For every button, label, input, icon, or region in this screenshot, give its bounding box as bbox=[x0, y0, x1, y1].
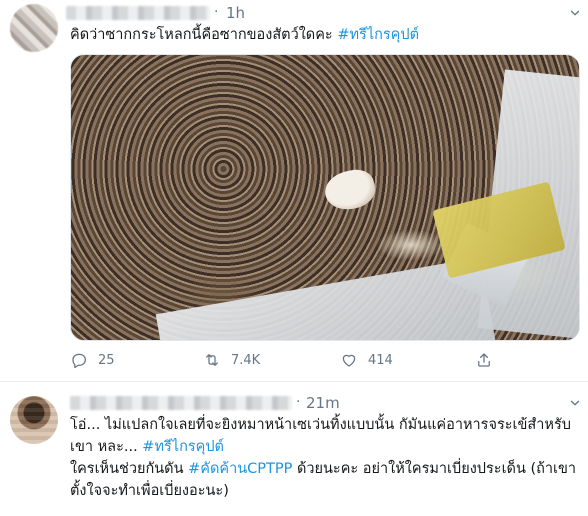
tweet-text: คิดว่าซากกระโหลกนี้คือซากของสัตว์ใดคะ #ท… bbox=[70, 24, 580, 46]
like-button[interactable]: 414 bbox=[340, 348, 393, 372]
tweet-actions: 25 7.4K 414 bbox=[70, 348, 530, 372]
separator-dot: · bbox=[214, 4, 219, 20]
retweet-icon bbox=[206, 354, 218, 366]
avatar[interactable] bbox=[10, 396, 58, 444]
retweet-count: 7.4K bbox=[231, 352, 261, 368]
chevron-down-icon[interactable] bbox=[566, 396, 584, 414]
user-name-redacted[interactable] bbox=[70, 396, 292, 410]
tweet-text-body: คิดว่าซากกระโหลกนี้คือซากของสัตว์ใดคะ bbox=[70, 27, 338, 43]
tweet[interactable]: · 1h คิดว่าซากกระโหลกนี้คือซากของสัตว์ใด… bbox=[0, 0, 588, 382]
avatar[interactable] bbox=[10, 4, 58, 52]
retweet-button[interactable]: 7.4K bbox=[203, 348, 260, 372]
hashtag-link[interactable]: #ทรีไกรคุปต์ bbox=[337, 27, 419, 43]
separator-dot: · bbox=[296, 394, 301, 410]
reply-button[interactable]: 25 bbox=[70, 348, 115, 372]
hashtag-link[interactable]: #คัดค้านCPTPP bbox=[188, 461, 292, 477]
reply-count: 25 bbox=[98, 352, 115, 368]
hashtag-link[interactable]: #ทรีไกรคุปต์ bbox=[142, 439, 224, 455]
tweet[interactable]: · 21m โอ่... ไม่แปลกใจเลยที่จะยิงหมาหน้า… bbox=[0, 382, 588, 516]
tweet-timestamp[interactable]: 21m bbox=[306, 394, 340, 412]
like-icon bbox=[342, 354, 356, 367]
reply-icon bbox=[72, 353, 87, 369]
tweet-text-paragraph: โอ่... ไม่แปลกใจเลยที่จะยิงหมาหน้าเซเว่น… bbox=[70, 414, 580, 458]
tweet-text-paragraph: ใครเห็นช่วยกันดัน #คัดค้านCPTPP ด้วยนะคะ… bbox=[70, 458, 580, 502]
chevron-down-icon[interactable] bbox=[566, 6, 584, 24]
tweet-photo[interactable] bbox=[70, 54, 580, 341]
tweet-timestamp[interactable]: 1h bbox=[226, 4, 245, 22]
photo-detail-skull bbox=[321, 166, 379, 214]
like-count: 414 bbox=[368, 352, 393, 368]
tweet-text-body: ใครเห็นช่วยกันดัน bbox=[70, 461, 189, 477]
share-button[interactable] bbox=[475, 348, 503, 372]
user-name-redacted[interactable] bbox=[66, 6, 210, 20]
share-icon bbox=[478, 353, 490, 367]
